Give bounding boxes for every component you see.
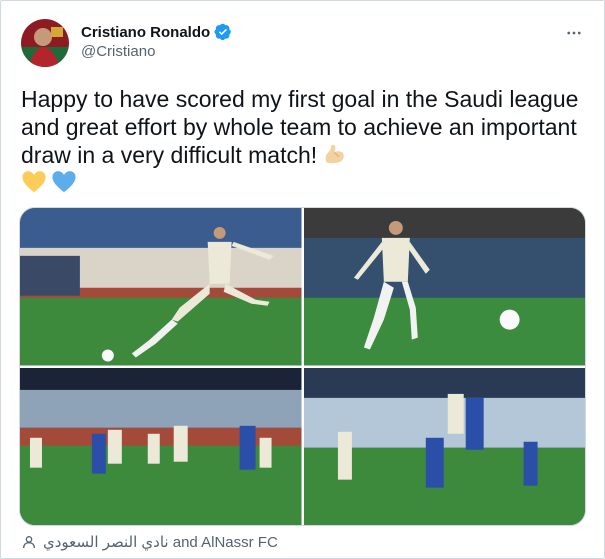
more-options-icon[interactable] [562, 21, 586, 45]
avatar-image [21, 19, 69, 67]
verified-badge-icon [214, 23, 232, 41]
tweet-text: Happy to have scored my first goal in th… [21, 85, 591, 197]
blue-heart-emoji [52, 171, 76, 193]
tweet-body: Happy to have scored my first goal in th… [21, 86, 585, 168]
flexed-biceps-emoji [321, 141, 347, 167]
yellow-heart-emoji [22, 171, 46, 193]
tweet-card: Cristiano Ronaldo @Cristiano Happy to ha… [0, 0, 605, 559]
photo-1[interactable] [20, 208, 302, 366]
media-grid [19, 207, 586, 526]
author-display-name[interactable]: Cristiano Ronaldo [81, 24, 210, 41]
emoji-hearts [21, 169, 77, 195]
photo-3[interactable] [20, 367, 302, 525]
photo-2[interactable] [303, 208, 585, 366]
avatar[interactable] [21, 19, 69, 67]
author-name-row: Cristiano Ronaldo [81, 23, 232, 41]
person-tag-icon [23, 536, 35, 549]
tagged-text: نادي النصر السعودي and AlNassr FC [43, 534, 278, 551]
photo-4[interactable] [303, 367, 585, 525]
tagged-users[interactable]: نادي النصر السعودي and AlNassr FC [21, 533, 278, 551]
author-handle[interactable]: @Cristiano [81, 43, 155, 60]
